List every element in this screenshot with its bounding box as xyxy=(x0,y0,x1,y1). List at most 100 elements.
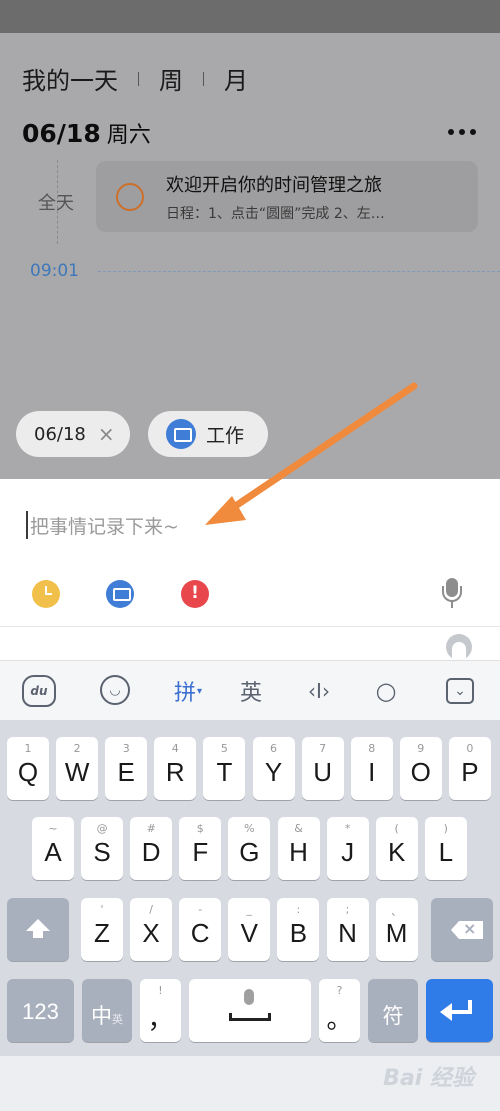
key-h[interactable]: & H xyxy=(277,817,320,880)
key-sub-label: ( xyxy=(394,822,399,835)
key-v[interactable]: _ V xyxy=(228,898,271,961)
task-input[interactable]: 把事情记录下来~ xyxy=(26,507,446,543)
numbers-key-label: 123 xyxy=(22,999,59,1024)
key-c[interactable]: -C xyxy=(179,898,222,961)
key-label: X xyxy=(142,918,160,948)
pinyin-mode-button[interactable]: 拼 ▾ xyxy=(168,675,208,707)
key-p[interactable]: 0P xyxy=(448,737,491,800)
key-l[interactable]: ) L xyxy=(424,817,467,880)
search-icon[interactable]: ○ xyxy=(372,675,400,707)
key-y[interactable]: 6Y xyxy=(252,737,295,800)
key-f[interactable]: $ F xyxy=(179,817,222,880)
key-z[interactable]: ' Z xyxy=(81,898,123,961)
symbols-key[interactable]: 符 xyxy=(368,979,418,1042)
key-sub-label: % xyxy=(244,822,255,835)
key-label: Y xyxy=(264,757,283,787)
mic-stem xyxy=(451,602,453,608)
tab-my-day[interactable]: 我的一天 xyxy=(22,61,118,96)
key-x[interactable]: / X xyxy=(130,898,173,961)
key-label: M xyxy=(385,918,408,948)
event-title: 欢迎开启你的时间管理之旅 xyxy=(166,175,382,196)
more-dot-icon xyxy=(459,129,465,135)
event-card[interactable]: 欢迎开启你的时间管理之旅 日程：1、点击“圆圈”完成 2、左… xyxy=(96,161,478,232)
period-key[interactable]: ? 。 xyxy=(319,979,360,1042)
key-k[interactable]: (K xyxy=(375,817,418,880)
key-label: Z xyxy=(94,918,110,948)
comma-key[interactable]: ! ， xyxy=(140,979,181,1042)
space-key[interactable] xyxy=(189,979,311,1042)
enter-arrow-tip xyxy=(440,1003,452,1021)
pinyin-label: 拼 xyxy=(173,681,196,706)
view-tabs: 我的一天 周 月 xyxy=(22,61,248,96)
key-label: J xyxy=(341,837,355,867)
key-sub-label: 0 xyxy=(466,742,474,755)
key-s[interactable]: @ S xyxy=(81,817,124,880)
complete-circle-icon[interactable] xyxy=(116,183,144,211)
key-label: D xyxy=(141,837,161,867)
assistant-float-icon[interactable] xyxy=(446,634,472,660)
more-dot-icon xyxy=(448,129,454,135)
key-label: N xyxy=(338,918,357,948)
enter-key[interactable] xyxy=(426,979,493,1042)
clear-date-icon[interactable]: × xyxy=(98,422,115,446)
key-e[interactable]: 3E xyxy=(105,737,148,800)
tab-month[interactable]: 月 xyxy=(224,61,248,96)
key-sub-label: 1 xyxy=(24,742,32,755)
clock-icon[interactable] xyxy=(32,580,60,608)
tag-chip[interactable]: 工作 xyxy=(148,411,268,457)
chinese-english-key[interactable]: 中英 xyxy=(82,979,132,1042)
key-label: S xyxy=(93,837,111,867)
key-u[interactable]: 7U xyxy=(301,737,344,800)
panel-divider xyxy=(0,626,500,627)
key-sub-label: 2 xyxy=(73,742,81,755)
key-sub-label: : xyxy=(296,903,301,916)
key-i[interactable]: 8I xyxy=(350,737,393,800)
more-options-button[interactable] xyxy=(448,129,476,135)
key-sub-label: $ xyxy=(196,822,204,835)
key-sub-label: 、 xyxy=(391,905,403,918)
task-input-placeholder: 把事情记录下来~ xyxy=(30,515,179,538)
english-mode-button[interactable]: 英 xyxy=(236,675,266,707)
key-label: K xyxy=(388,837,406,867)
comma-key-label: ， xyxy=(147,1004,174,1034)
microphone-icon[interactable] xyxy=(440,578,464,610)
key-m[interactable]: 、 M xyxy=(375,898,418,961)
date-chip[interactable]: 06/18 × xyxy=(16,411,130,457)
backspace-key[interactable]: × xyxy=(431,898,493,961)
key-o[interactable]: 9O xyxy=(399,737,442,800)
key-g[interactable]: % G xyxy=(228,817,271,880)
key-a[interactable]: ~ A xyxy=(32,817,74,880)
current-time-label: 09:01 xyxy=(30,261,79,281)
key-r[interactable]: 4R xyxy=(154,737,197,800)
key-label: A xyxy=(44,837,62,867)
du-bear-icon[interactable]: du xyxy=(22,675,56,707)
key-sub-label: ; xyxy=(345,903,350,916)
mic-arc xyxy=(442,586,462,602)
key-n[interactable]: ; N xyxy=(326,898,369,961)
key-sub-label: _ xyxy=(246,903,253,916)
tab-week[interactable]: 周 xyxy=(159,61,183,96)
weekday-label: 周六 xyxy=(106,123,151,148)
key-sub-label: & xyxy=(294,822,303,835)
keyboard: 1Q2W3E4R5T6Y7U8I9O0P ~ A @ S # D $ F% G & H * J(K) L … xyxy=(0,720,500,1056)
shift-arrow-icon xyxy=(26,919,50,938)
priority-icon[interactable]: ! xyxy=(181,580,209,608)
emoji-icon[interactable]: ◡ xyxy=(100,675,130,705)
numbers-key[interactable]: 123 xyxy=(7,979,74,1042)
key-d[interactable]: # D xyxy=(130,817,173,880)
hide-keyboard-icon[interactable]: ⌄ xyxy=(446,678,474,704)
shift-key[interactable] xyxy=(7,898,69,961)
key-w[interactable]: 2W xyxy=(56,737,99,800)
key-q[interactable]: 1Q xyxy=(7,737,49,800)
key-j[interactable]: * J xyxy=(326,817,369,880)
key-sub-label: 9 xyxy=(417,742,425,755)
key-b[interactable]: :B xyxy=(277,898,320,961)
tab-divider xyxy=(203,71,204,86)
key-label: B xyxy=(289,918,308,948)
tag-monitor-icon[interactable] xyxy=(106,580,134,608)
backspace-x-icon: × xyxy=(463,919,477,938)
cursor-move-icon[interactable]: ‹I› xyxy=(302,675,336,707)
key-t[interactable]: 5T xyxy=(203,737,246,800)
key-label: W xyxy=(64,757,90,787)
key-sub-label: 7 xyxy=(319,742,327,755)
